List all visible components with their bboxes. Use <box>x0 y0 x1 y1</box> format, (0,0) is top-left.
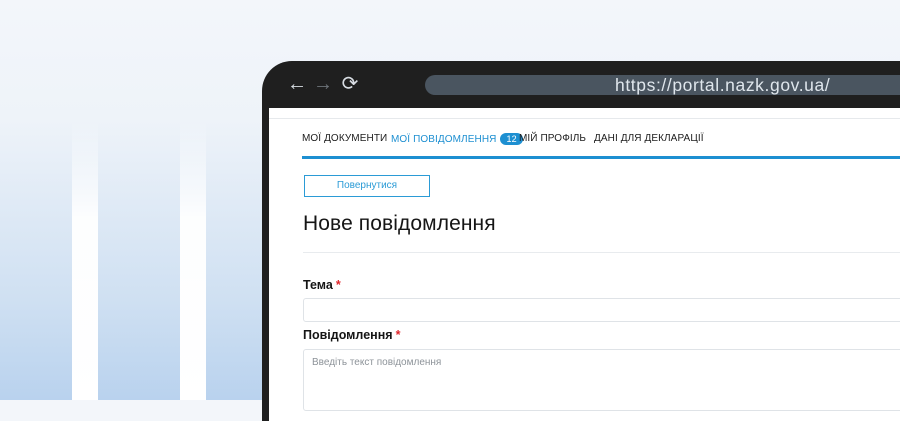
message-label-text: Повідомлення <box>303 328 393 342</box>
topic-label-text: Тема <box>303 278 333 292</box>
divider <box>303 252 900 253</box>
tab-declaration-data[interactable]: ДАНІ ДЛЯ ДЕКЛАРАЦІЇ <box>594 133 704 144</box>
forward-arrow-icon[interactable]: → <box>312 73 334 95</box>
message-textarea[interactable]: Введіть текст повідомлення <box>303 349 900 411</box>
back-arrow-icon[interactable]: ← <box>286 73 308 95</box>
address-bar[interactable]: https://portal.nazk.gov.ua/ <box>425 75 900 95</box>
message-placeholder: Введіть текст повідомлення <box>312 357 442 368</box>
background-stripe <box>180 120 206 400</box>
topic-input[interactable] <box>303 298 900 322</box>
page-title: Нове повідомлення <box>303 212 496 235</box>
message-label: Повідомлення * <box>303 328 400 342</box>
tab-my-documents[interactable]: МОЇ ДОКУМЕНТИ <box>302 133 387 144</box>
back-button[interactable]: Повернутися <box>304 175 430 197</box>
tab-my-messages[interactable]: МОЇ ПОВІДОМЛЕННЯ 12 <box>391 133 523 145</box>
reload-icon[interactable]: ⟳ <box>339 73 361 95</box>
active-tab-indicator <box>302 156 900 159</box>
topic-label: Тема * <box>303 278 341 292</box>
browser-toolbar: ← → ⟳ https://portal.nazk.gov.ua/ <box>262 61 900 108</box>
tab-label: МОЇ ПОВІДОМЛЕННЯ <box>391 134 497 145</box>
url-text: https://portal.nazk.gov.ua/ <box>615 75 831 95</box>
page-viewport: МОЇ ДОКУМЕНТИ МОЇ ПОВІДОМЛЕННЯ 12 МІЙ ПРО… <box>269 108 900 421</box>
main-tabs: МОЇ ДОКУМЕНТИ МОЇ ПОВІДОМЛЕННЯ 12 МІЙ ПРО… <box>269 118 900 159</box>
tab-my-profile[interactable]: МІЙ ПРОФІЛЬ <box>519 133 586 144</box>
background-stripe <box>72 120 98 400</box>
required-mark: * <box>335 278 341 292</box>
device-frame: ← → ⟳ https://portal.nazk.gov.ua/ МОЇ ДО… <box>262 61 900 421</box>
required-mark: * <box>395 328 401 342</box>
